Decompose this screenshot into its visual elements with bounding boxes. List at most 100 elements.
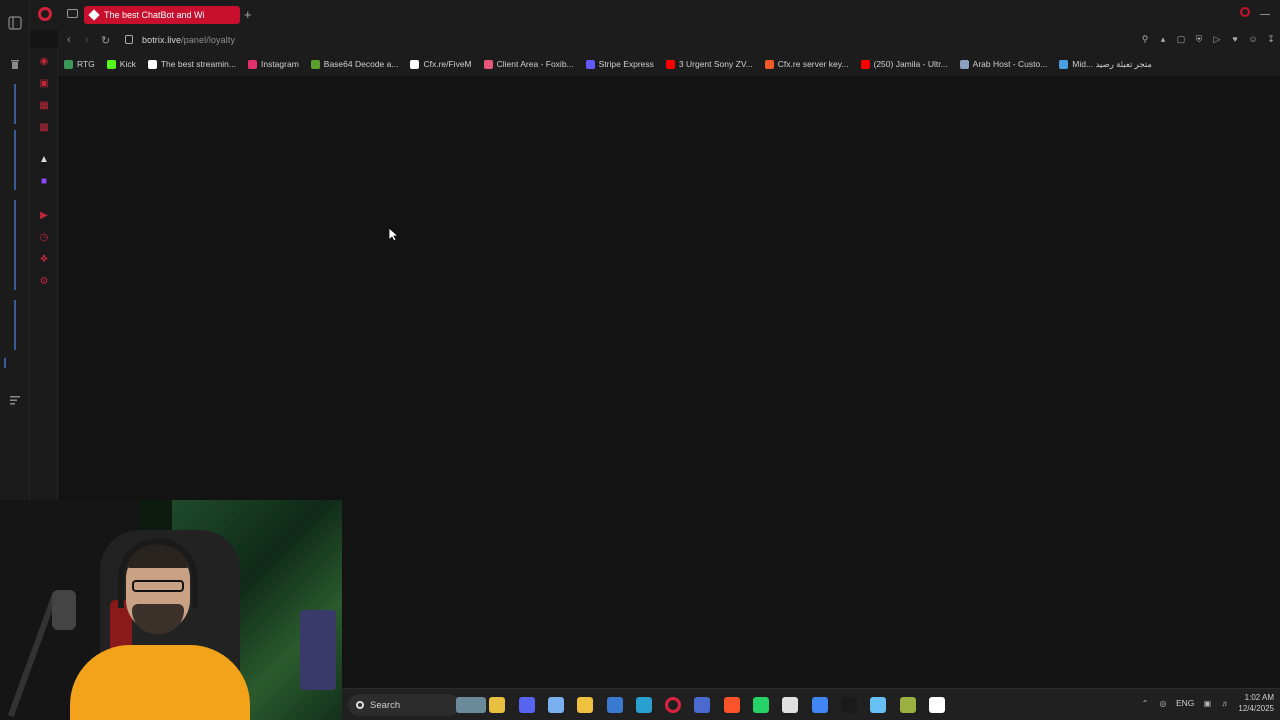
bookmark-item[interactable]: Base64 Decode a... [310, 59, 398, 69]
foxib-icon [483, 59, 493, 69]
copilot-icon[interactable] [547, 697, 564, 713]
widgets-icon[interactable] [456, 697, 486, 713]
bookmark-label: Cfx.re/FiveM [423, 59, 472, 69]
download-icon[interactable]: ↧ [1266, 34, 1276, 44]
youtube-icon [665, 59, 675, 69]
discord-icon[interactable] [518, 697, 535, 713]
clock[interactable]: 1:02 AM 12/4/2025 [1238, 692, 1274, 714]
search-icon [356, 701, 364, 709]
opera-icon[interactable] [665, 697, 682, 713]
rail-indicator [14, 200, 16, 290]
bookmark-label: Client Area - Foxib... [496, 59, 574, 69]
capcut-icon[interactable] [928, 697, 945, 713]
bookmark-item[interactable]: (250) Jamila - Ultr... [860, 59, 948, 69]
store-icon[interactable] [606, 697, 623, 713]
edge-icon[interactable] [635, 697, 652, 713]
bookmark-item[interactable]: The best streamin... [147, 59, 236, 69]
reload-icon[interactable]: ↻ [101, 34, 110, 47]
adblock-shield-icon[interactable]: ⛨ [1194, 34, 1204, 44]
forward-icon[interactable]: › [85, 34, 89, 46]
monitor-icon[interactable]: ▣ [1202, 698, 1212, 708]
youtube-icon [860, 59, 870, 69]
bookmark-label: Mid... متجر تعبئة رصيد [1072, 58, 1152, 69]
tab-overview-icon[interactable] [67, 9, 78, 18]
rail-indicator [14, 300, 16, 350]
bookmark-label: (250) Jamila - Ultr... [873, 59, 948, 69]
bookmark-item[interactable]: Cfx.re server key... [764, 59, 849, 69]
sidebar-player-icon[interactable]: ▶ [37, 208, 51, 222]
sidebar-pin-icon[interactable]: ▲ [37, 152, 51, 166]
webcam-light [300, 610, 336, 690]
instagram-icon [247, 59, 257, 69]
app-icon[interactable] [694, 697, 711, 713]
app2-icon[interactable] [782, 697, 799, 713]
app3-icon[interactable] [899, 697, 916, 713]
steam-icon[interactable] [870, 697, 887, 713]
sidebar-m-icon[interactable]: ▩ [37, 120, 51, 134]
bookmark-item[interactable]: Client Area - Foxib... [483, 59, 574, 69]
taskbar: Search ⌃ ◎ ENG ▣ ♬ 1:02 AM 12/4/2025 [342, 688, 1280, 720]
sidebar-settings-icon[interactable]: ⚙ [37, 274, 51, 288]
bookmark-label: Stripe Express [598, 59, 654, 69]
folder-icon[interactable] [577, 697, 594, 713]
minimize-button[interactable] [1260, 14, 1270, 15]
sidebar-extensions-icon[interactable]: ❖ [37, 252, 51, 266]
terminal-icon[interactable] [840, 697, 857, 713]
clock-time: 1:02 AM [1244, 693, 1274, 702]
bookmark-item[interactable]: RTG [64, 59, 95, 69]
url-host: botrix.live [142, 35, 182, 45]
sidebar-toggle-icon[interactable] [7, 15, 23, 31]
bookmark-item[interactable]: Mid... متجر تعبئة رصيد [1059, 59, 1152, 70]
stripe-icon [585, 59, 595, 69]
clock-date: 12/4/2025 [1238, 704, 1274, 713]
sidebar-history-icon[interactable]: ◉ [37, 54, 51, 68]
back-icon[interactable]: ‹ [67, 34, 71, 46]
opera-logo-icon[interactable] [38, 7, 52, 21]
sidebar-gift-icon[interactable]: ▦ [37, 98, 51, 112]
rail-indicator [14, 130, 16, 190]
chrome-icon[interactable] [811, 697, 828, 713]
bookmark-item[interactable]: Instagram [247, 59, 299, 69]
sidebar-clock-icon[interactable]: ◷ [37, 230, 51, 244]
whatsapp-icon[interactable] [753, 697, 769, 713]
tab-active[interactable]: The best ChatBot and Wi [84, 6, 240, 24]
chevron-up-icon[interactable]: ⌃ [1140, 698, 1150, 708]
sidebar-twitch-icon[interactable]: ■ [37, 174, 51, 188]
trash-icon[interactable] [7, 56, 23, 72]
snapshot-icon[interactable]: ▢ [1176, 34, 1186, 44]
menu-lines-icon[interactable] [7, 392, 23, 408]
kick-icon [106, 59, 116, 69]
bookmark-label: RTG [77, 59, 95, 69]
favorite-heart-icon[interactable]: ♥ [1230, 34, 1240, 44]
zoom-icon[interactable]: ⚲ [1140, 34, 1150, 44]
pin-icon[interactable]: ▴ [1158, 34, 1168, 44]
brave-icon[interactable] [723, 697, 740, 713]
volume-icon[interactable]: ♬ [1220, 698, 1230, 708]
sidebar-bag-icon[interactable]: ▣ [37, 76, 51, 90]
bookmark-item[interactable]: Cfx.re/FiveM [410, 59, 472, 69]
address-field[interactable]: botrix.live/panel/loyalty [142, 35, 235, 45]
rail-indicator [14, 84, 16, 124]
address-bar-row: ‹ › ↻ botrix.live/panel/loyalty ⚲ ▴ ▢ ⛨ … [58, 30, 1280, 52]
taskbar-search[interactable]: Search [348, 694, 460, 716]
new-tab-button[interactable]: + [244, 7, 252, 22]
bookmark-item[interactable]: Arab Host - Custo... [959, 59, 1047, 69]
base64-icon [310, 59, 320, 69]
store-icon [1059, 59, 1069, 69]
microphone-icon[interactable]: ◎ [1158, 698, 1168, 708]
cfx-icon [410, 59, 420, 69]
account-icon[interactable]: ☺ [1248, 34, 1258, 44]
bookmark-item[interactable]: Stripe Express [585, 59, 654, 69]
lock-icon [125, 35, 133, 44]
botrix-favicon-icon [88, 9, 100, 21]
player-icon[interactable]: ▷ [1212, 34, 1222, 44]
bookmark-item[interactable]: Kick [106, 59, 136, 69]
screen: The best ChatBot and Wi + ‹ › ↻ botrix.l… [0, 0, 1280, 720]
file-explorer-icon[interactable] [489, 697, 506, 713]
tab-search-icon[interactable] [1240, 7, 1250, 17]
language-indicator[interactable]: ENG [1176, 698, 1194, 708]
opera-left-rail [0, 0, 30, 500]
taskbar-search-label: Search [370, 699, 401, 711]
bookmark-item[interactable]: 3 Urgent Sony ZV... [665, 59, 753, 69]
system-tray: ⌃ ◎ ENG ▣ ♬ 1:02 AM 12/4/2025 [1140, 692, 1274, 714]
